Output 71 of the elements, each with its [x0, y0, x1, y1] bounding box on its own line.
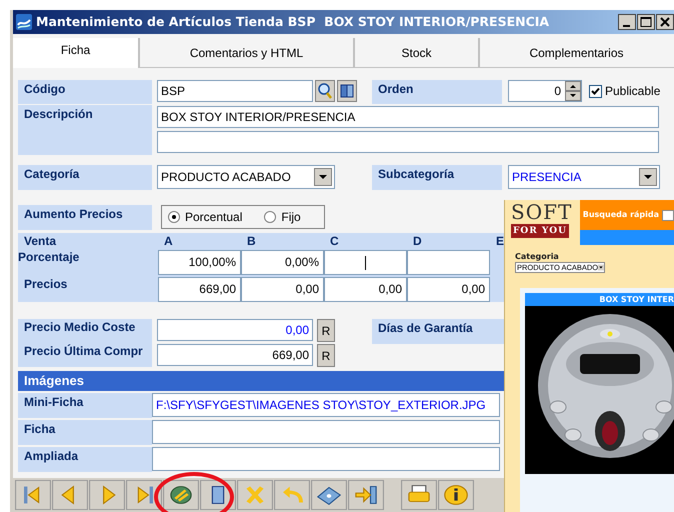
quick-search-label: Busqueda rápida [582, 209, 659, 221]
minimize-icon[interactable] [618, 14, 636, 30]
info-icon[interactable] [438, 480, 474, 510]
checkbox-label: Publicable [605, 83, 660, 100]
app-icon [15, 13, 33, 31]
order-spin-field[interactable]: 0 [508, 80, 582, 102]
price-cell[interactable]: 0,00 [407, 277, 490, 302]
field-label: Descripción [18, 105, 152, 155]
close-icon[interactable] [656, 14, 674, 30]
price-cell[interactable]: 0,00 [324, 277, 407, 302]
maximize-icon[interactable] [637, 14, 655, 30]
cost-field[interactable]: 0,00 [157, 319, 313, 341]
tab[interactable]: Comentarios y HTML [138, 38, 353, 68]
price-cell[interactable]: 669,00 [158, 277, 241, 302]
quick-search-field[interactable] [662, 210, 674, 220]
radio-button[interactable] [168, 211, 180, 223]
last-record-icon[interactable] [126, 480, 162, 510]
row-label: Porcentaje [18, 250, 80, 266]
field-label: Precio Medio Coste [23, 319, 136, 336]
price-cell[interactable]: 0,00% [241, 250, 324, 275]
field-label: Subcategoría [372, 165, 502, 190]
reset-button[interactable]: R [317, 319, 335, 342]
field-label: Mini-Ficha [18, 393, 152, 418]
print-icon[interactable] [401, 480, 437, 510]
price-cell[interactable] [324, 250, 407, 275]
order-value: 0 [553, 83, 562, 100]
field-label: Aumento Precios [18, 205, 152, 230]
image-path-field[interactable]: F:\SFY\SFYGEST\IMAGENES STOY\STOY_EXTERIOR.JPG [152, 393, 500, 417]
product-title-bar: BOX STOY INTER [525, 293, 674, 306]
subcategory-dropdown[interactable]: PRESENCIA [508, 165, 660, 189]
tab[interactable]: Complementarios [478, 38, 673, 68]
column-header: D [412, 233, 423, 250]
radio-label: Porcentual [185, 209, 242, 226]
image-path-field[interactable] [152, 420, 500, 444]
field-label: Ampliada [18, 447, 152, 472]
book-icon[interactable] [337, 80, 357, 102]
field-label: Categoría [18, 165, 152, 190]
radio-label: Fijo [281, 209, 301, 226]
globe-icon[interactable] [163, 480, 199, 510]
window-title: Mantenimiento de Artículos Tienda BSP BOX STOY INTERIOR/PRESENCIA [36, 12, 550, 31]
radio-button[interactable] [264, 211, 276, 223]
column-header: E [495, 233, 506, 250]
field-label: Orden [372, 80, 502, 104]
field-label: Ficha [18, 420, 152, 445]
spin-arrows-icon[interactable] [565, 81, 581, 101]
row-label: Precios [23, 277, 68, 293]
column-header: C [329, 233, 340, 250]
column-header: Venta [23, 233, 58, 250]
price-cell[interactable]: 100,00% [158, 250, 241, 275]
cost-field[interactable]: 669,00 [157, 344, 313, 366]
field-label: Días de Garantía [372, 319, 506, 344]
tab[interactable]: Stock [353, 38, 478, 68]
logo-text: SOFT [511, 201, 574, 223]
column-header: B [246, 233, 257, 250]
exit-icon[interactable] [348, 480, 384, 510]
description-field[interactable]: BOX STOY INTERIOR/PRESENCIA [157, 106, 659, 128]
description-field[interactable] [157, 131, 659, 153]
price-cell[interactable] [407, 250, 490, 275]
code-field[interactable]: BSP [157, 80, 313, 102]
field-label: Precio Última Compr [23, 343, 144, 360]
logo-subtext: FOR YOU [511, 224, 569, 238]
reset-button[interactable]: R [317, 344, 335, 367]
category-label: Categoria [515, 252, 560, 262]
publicable-checkbox[interactable] [589, 84, 602, 98]
field-label: Código [18, 80, 152, 104]
category-dropdown[interactable]: PRODUCTO ACABADO [157, 165, 335, 189]
column-header: A [163, 233, 174, 250]
tab[interactable]: Ficha [13, 38, 138, 68]
search-icon[interactable] [315, 80, 335, 102]
price-cell[interactable]: 0,00 [241, 277, 324, 302]
image-path-field[interactable] [152, 447, 500, 471]
